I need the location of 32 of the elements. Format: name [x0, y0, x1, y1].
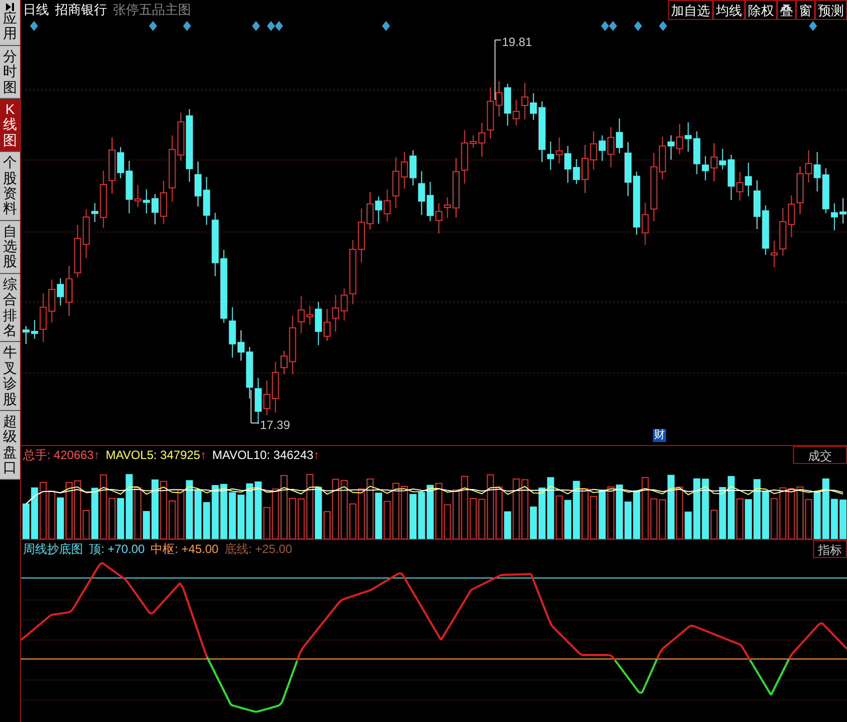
toolbar-button[interactable]: 窗	[796, 0, 815, 20]
leader-line	[250, 390, 260, 424]
volume-legend: MAVOL5: 347925↑	[106, 446, 206, 464]
toolbar-button[interactable]: 预测	[815, 0, 847, 20]
indicator-legend: 底线: +25.00	[224, 540, 292, 558]
indicator-legend: 中枢: +45.00	[150, 540, 218, 558]
toolbar-button[interactable]: 叠	[777, 0, 796, 20]
sidebar-tab[interactable]: 分时图	[0, 46, 20, 99]
volume-tab[interactable]: 成交	[793, 446, 847, 464]
sidebar-tab[interactable]: 超级盘口	[0, 410, 20, 480]
indicator-tab[interactable]: 指标	[813, 540, 847, 558]
indicator-legend: 顶: +70.00	[89, 540, 145, 558]
sidebar-tab[interactable]: 自选股	[0, 220, 20, 274]
expand-icon	[5, 3, 15, 11]
leader-line	[494, 40, 502, 100]
toolbar-button[interactable]: 均线	[713, 0, 745, 20]
low-price-label: 17.39	[260, 417, 290, 434]
volume-legend: MAVOL10: 346243↑	[212, 446, 320, 464]
volume-legend: 总手: 420663↑	[23, 446, 100, 464]
template-name: 张停五品主图	[113, 1, 191, 20]
toolbar-button[interactable]: 加自选	[668, 0, 713, 20]
sidebar-tab[interactable]: 牛叉诊股	[0, 342, 20, 411]
toolbar-button[interactable]: 除权	[745, 0, 777, 20]
sidebar-tab[interactable]: K线图	[0, 98, 20, 152]
stock-name: 招商银行	[55, 1, 107, 20]
sidebar-tab[interactable]: 综合排名	[0, 274, 20, 342]
high-price-label: 19.81	[502, 34, 532, 51]
period-label: 日线	[23, 1, 49, 20]
finance-marker: 财	[653, 429, 666, 442]
sidebar-tab[interactable]: 应用	[0, 0, 20, 46]
sidebar-tab[interactable]: 个股资料	[0, 152, 20, 221]
indicator-title: 周线抄底图	[23, 541, 83, 558]
